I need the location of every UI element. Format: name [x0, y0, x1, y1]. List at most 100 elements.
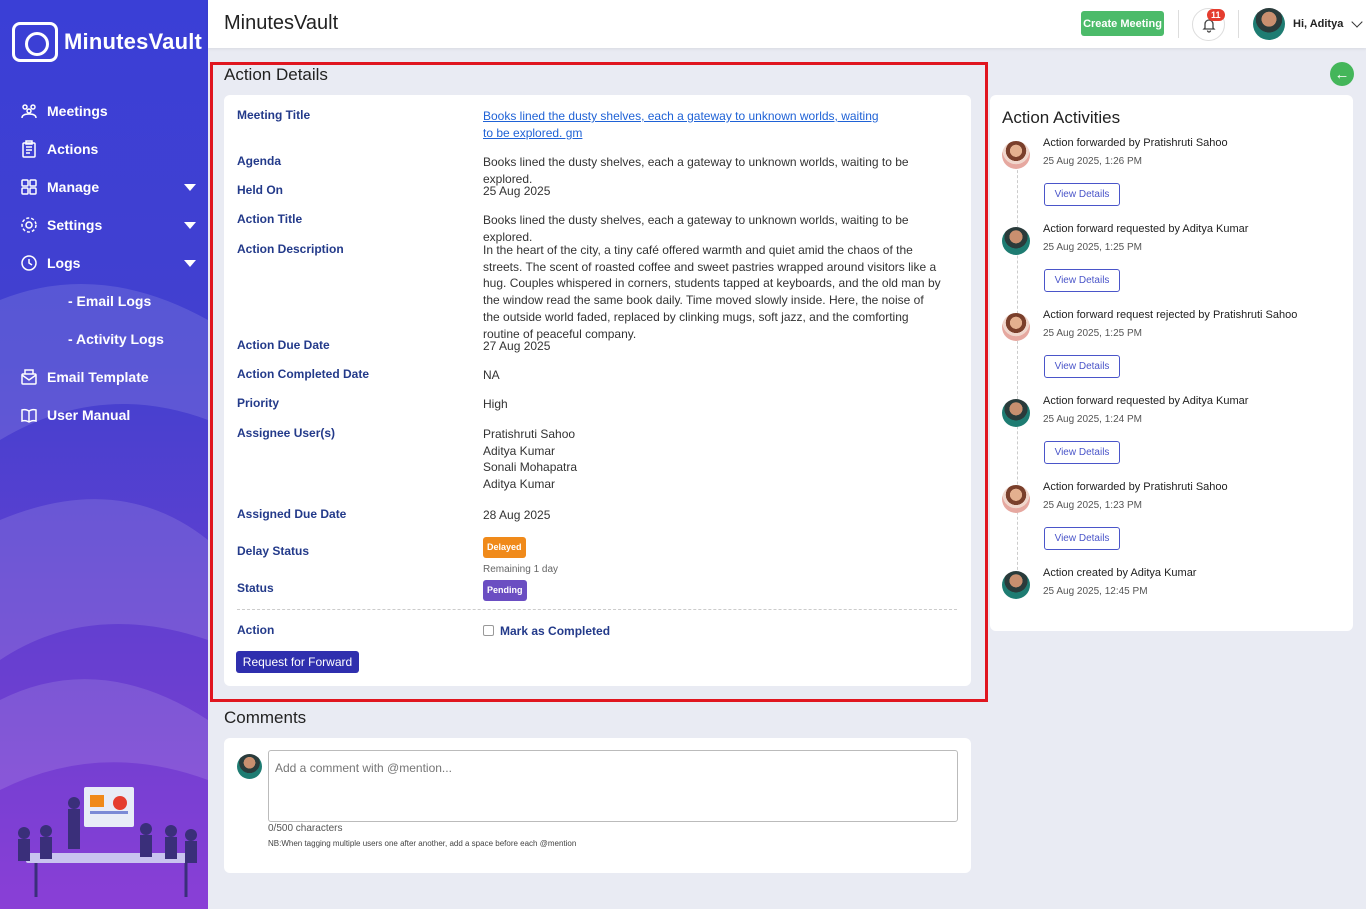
mention-note: NB:When tagging multiple users one after… [268, 839, 577, 848]
sidebar-item-label: Manage [47, 179, 100, 195]
field-value: NA [483, 368, 500, 382]
sidebar-item-label: Email Template [47, 369, 149, 385]
field-value: Books lined the dusty shelves, each a ga… [483, 108, 883, 141]
field-label: Status [237, 581, 274, 595]
field-label: Held On [237, 183, 284, 197]
status-badge: Delayed [483, 537, 526, 558]
view-details-button[interactable]: View Details [1044, 527, 1120, 550]
sidebar-item-activity-logs[interactable]: - Activity Logs [0, 320, 208, 358]
request-forward-button[interactable]: Request for Forward [236, 651, 359, 673]
view-details-button[interactable]: View Details [1044, 441, 1120, 464]
sidebar-item-label: Meetings [47, 103, 108, 119]
sidebar-item-actions[interactable]: Actions [0, 130, 208, 168]
activity-text: Action forward requested by Aditya Kumar [1043, 395, 1249, 407]
avatar [1002, 485, 1030, 513]
avatar [1002, 313, 1030, 341]
comment-input[interactable] [268, 750, 958, 822]
meeting-illustration [18, 787, 197, 897]
field-value: 28 Aug 2025 [483, 508, 551, 522]
sidebar-item-user-manual[interactable]: User Manual [0, 396, 208, 434]
avatar [1002, 571, 1030, 599]
avatar [237, 754, 262, 779]
field-label: Action Completed Date [237, 367, 370, 381]
gear-icon [20, 216, 38, 234]
field-label: Assigned Due Date [237, 507, 347, 521]
avatar [1002, 141, 1030, 169]
character-count: 0/500 characters [268, 823, 343, 834]
field-label: Agenda [237, 154, 282, 168]
field-value: 27 Aug 2025 [483, 339, 551, 353]
status-badge: Pending [483, 580, 527, 601]
assignee-name: Sonali Mohapatra [483, 460, 578, 475]
avatar [1002, 399, 1030, 427]
activity-time: 25 Aug 2025, 1:25 PM [1043, 328, 1142, 339]
caret-down-icon [184, 259, 196, 267]
activity-text: Action forwarded by Pratishruti Sahoo [1043, 481, 1228, 493]
page-title: MinutesVault [224, 12, 339, 34]
field-label: Action [237, 623, 275, 637]
field-label: Priority [237, 396, 280, 410]
field-value: Books lined the dusty shelves, each a ga… [483, 213, 909, 244]
top-bar: MinutesVault Create Meeting 11 Hi, Adity… [208, 0, 1366, 48]
sidebar-item-email-template[interactable]: Email Template [0, 358, 208, 396]
timeline-line [1017, 155, 1018, 585]
checkbox-label: Mark as Completed [500, 624, 611, 638]
activity-time: 25 Aug 2025, 12:45 PM [1043, 586, 1148, 597]
sidebar-item-meetings[interactable]: Meetings [0, 92, 208, 130]
view-details-button[interactable]: View Details [1044, 183, 1120, 206]
envelope-icon [20, 368, 38, 386]
field-value: In the heart of the city, a tiny café of… [483, 243, 941, 341]
field-value: Pending [483, 580, 943, 601]
assignee-name: Pratishruti Sahoo [483, 427, 576, 441]
sidebar-item-logs[interactable]: Logs [0, 244, 208, 282]
back-button[interactable]: ← [1330, 62, 1354, 86]
caret-down-icon [184, 183, 196, 191]
assignee-name: Aditya Kumar [483, 443, 556, 458]
activity-time: 25 Aug 2025, 1:24 PM [1043, 414, 1142, 425]
activity-text: Action forward requested by Aditya Kumar [1043, 223, 1249, 235]
brand-logo[interactable]: MinutesVault [12, 22, 202, 62]
meeting-title-link[interactable]: Books lined the dusty shelves, each a ga… [483, 109, 879, 140]
create-meeting-button[interactable]: Create Meeting [1081, 11, 1164, 36]
history-icon [20, 254, 38, 272]
field-label: Action Title [237, 212, 303, 226]
field-label: Meeting Title [237, 108, 311, 122]
notification-count-badge: 11 [1207, 9, 1225, 21]
view-details-button[interactable]: View Details [1044, 269, 1120, 292]
field-label: Delay Status [237, 544, 310, 558]
sidebar-item-label: Settings [47, 217, 103, 233]
brand-name: MinutesVault [64, 29, 203, 54]
activity-text: Action forward request rejected by Prati… [1043, 309, 1298, 321]
divider [1238, 10, 1239, 38]
field-value: Delayed Remaining 1 day [483, 537, 943, 578]
grid-icon [20, 178, 38, 196]
field-value: 25 Aug 2025 [483, 184, 551, 198]
divider [237, 609, 957, 610]
view-details-button[interactable]: View Details [1044, 355, 1120, 378]
user-greeting: Hi, Aditya [1293, 18, 1344, 30]
field-label: Action Description [237, 242, 344, 256]
sidebar-item-manage[interactable]: Manage [0, 168, 208, 206]
comments-card: 0/500 characters NB:When tagging multipl… [224, 738, 971, 873]
sidebar-item-label: User Manual [47, 407, 131, 423]
user-menu[interactable]: Hi, Aditya [1253, 8, 1363, 40]
avatar [1002, 227, 1030, 255]
remaining-text: Remaining 1 day [483, 563, 559, 575]
sidebar-item-email-logs[interactable]: - Email Logs [0, 282, 208, 320]
activity-time: 25 Aug 2025, 1:23 PM [1043, 500, 1142, 511]
avatar [1253, 8, 1285, 40]
vault-logo-icon [12, 22, 58, 62]
activity-text: Action forwarded by Pratishruti Sahoo [1043, 137, 1228, 149]
sidebar-nav: Meetings Actions Manage Settings Logs - … [0, 92, 208, 434]
activity-time: 25 Aug 2025, 1:26 PM [1043, 156, 1142, 167]
mark-completed-checkbox[interactable]: Mark as Completed [483, 623, 943, 640]
field-label: Assignee User(s) [237, 426, 336, 440]
caret-down-icon [184, 221, 196, 229]
sidebar-item-settings[interactable]: Settings [0, 206, 208, 244]
activities-card: Action Activities Action forwarded by Pr… [990, 95, 1353, 631]
sidebar-item-label: Logs [47, 255, 81, 271]
field-value: High [483, 397, 508, 411]
clipboard-icon [20, 140, 38, 158]
checkbox-icon [483, 625, 494, 636]
activity-text: Action created by Aditya Kumar [1043, 567, 1197, 579]
